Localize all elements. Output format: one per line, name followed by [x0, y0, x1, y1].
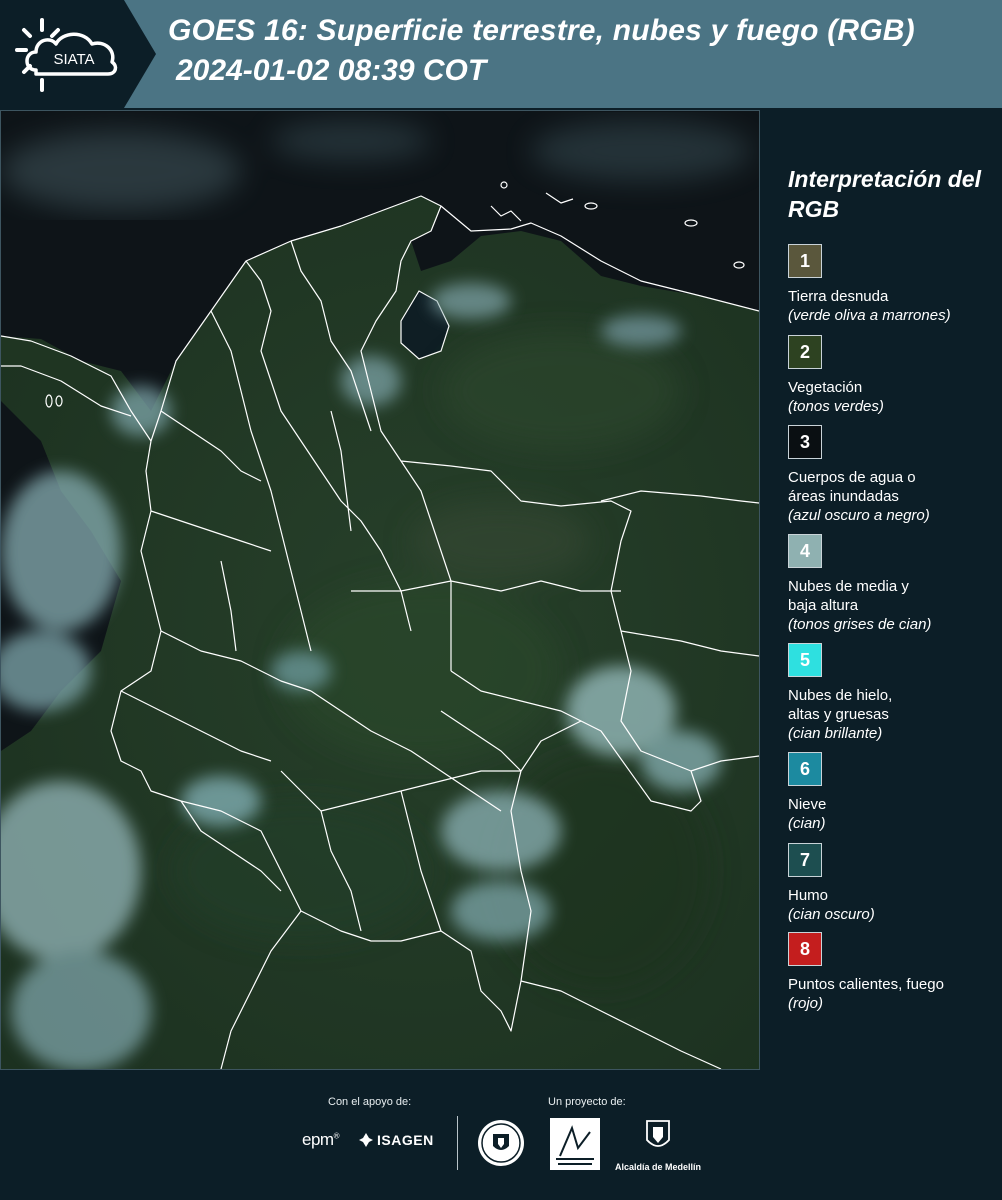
swatch-4: 4 [788, 534, 822, 568]
swatch-7: 7 [788, 843, 822, 877]
legend-sub: (cian oscuro) [788, 906, 875, 923]
footer: Con el apoyo de: Un proyecto de: epm® IS… [0, 1070, 1002, 1200]
siata-logo[interactable]: SIATA [0, 0, 156, 108]
legend-label: Tierra desnuda [788, 288, 889, 305]
legend-sub: (verde oliva a marrones) [788, 307, 951, 324]
swatch-8: 8 [788, 932, 822, 966]
swatch-5: 5 [788, 643, 822, 677]
legend-label: Nubes de media y baja altura [788, 578, 909, 614]
legend-sub: (cian brillante) [788, 725, 883, 742]
legend-sub: (rojo) [788, 995, 824, 1012]
legend-label: Puntos calientes, fuego [788, 976, 944, 993]
page-title: GOES 16: Superficie terrestre, nubes y f… [168, 14, 915, 47]
timestamp: 2024-01-02 08:39 COT [176, 54, 487, 87]
footer-divider [457, 1116, 458, 1170]
legend-item-smoke: 7 Humo (cian oscuro) [788, 843, 1000, 924]
legend-item-bare-soil: 1 Tierra desnuda (verde oliva a marrones… [788, 244, 1000, 325]
legend-sub: (tonos verdes) [788, 398, 884, 415]
isagen-icon [359, 1133, 373, 1147]
legend-label: Humo [788, 887, 829, 904]
legend-sub: (tonos grises de cian) [788, 616, 932, 633]
swatch-6: 6 [788, 752, 822, 786]
svg-text:SIATA: SIATA [53, 51, 94, 68]
area-metropolitana-logo[interactable] [550, 1118, 600, 1170]
satellite-map[interactable] [0, 110, 760, 1070]
coat-of-arms-icon [646, 1120, 670, 1147]
legend-label: Cuerpos de agua o áreas inundadas [788, 469, 916, 505]
map-canvas [1, 111, 759, 1069]
area-icon [556, 1125, 594, 1165]
legend-item-vegetation: 2 Vegetación (tonos verdes) [788, 335, 1000, 416]
legend-sub: (cian) [788, 815, 826, 832]
legend-label: Nubes de hielo, altas y gruesas [788, 687, 893, 723]
swatch-3: 3 [788, 425, 822, 459]
legend-label: Nieve [788, 796, 827, 813]
project-label: Un proyecto de: [548, 1096, 626, 1108]
swatch-1: 1 [788, 244, 822, 278]
seal-logo[interactable] [476, 1118, 526, 1168]
alcaldia-medellin-logo[interactable]: Alcaldía de Medellín [612, 1118, 704, 1172]
sun-cloud-icon: SIATA [15, 18, 118, 92]
legend-item-low-clouds: 4 Nubes de media y baja altura (tonos gr… [788, 534, 1000, 634]
epm-logo[interactable]: epm® [302, 1130, 340, 1150]
legend-item-snow: 6 Nieve (cian) [788, 752, 1000, 833]
legend-label: Vegetación [788, 379, 863, 396]
legend-item-fire: 8 Puntos calientes, fuego (rojo) [788, 932, 1000, 1013]
legend-item-ice-clouds: 5 Nubes de hielo, altas y gruesas (cian … [788, 643, 1000, 743]
legend-panel: Interpretación del RGB 1 Tierra desnuda … [762, 110, 1002, 1070]
swatch-2: 2 [788, 335, 822, 369]
legend-item-water: 3 Cuerpos de agua o áreas inundadas (azu… [788, 425, 1000, 525]
isagen-logo[interactable]: ISAGEN [358, 1132, 434, 1148]
legend-title: Interpretación del RGB [788, 166, 981, 222]
support-label: Con el apoyo de: [328, 1096, 412, 1108]
alcaldia-label: Alcaldía de Medellín [614, 1162, 702, 1172]
header: SIATA GOES 16: Superficie terrestre, nub… [0, 0, 1002, 108]
legend-sub: (azul oscuro a negro) [788, 507, 930, 524]
